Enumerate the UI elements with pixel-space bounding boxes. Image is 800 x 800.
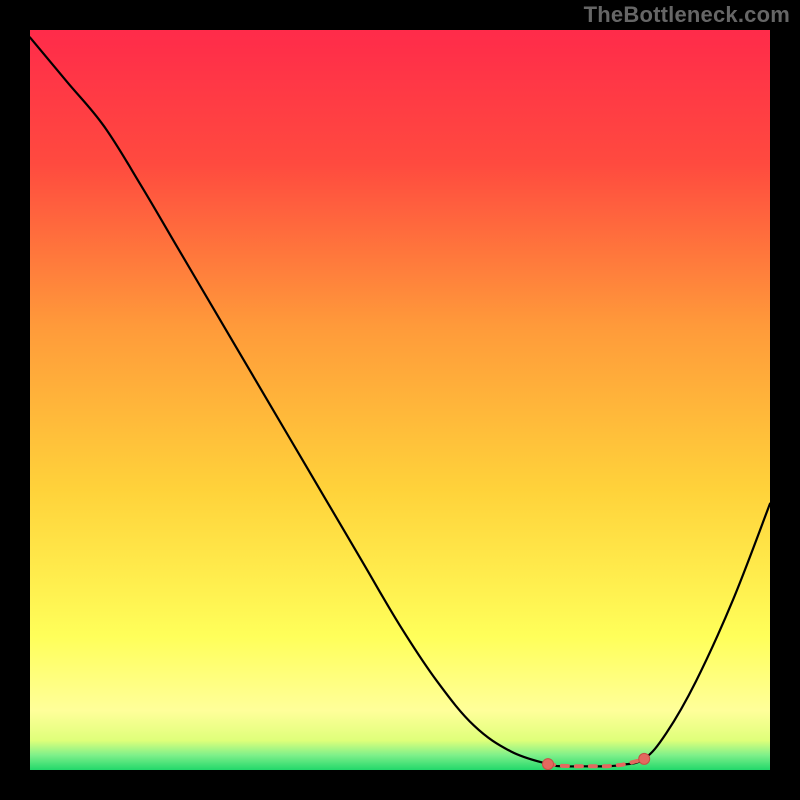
- chart-frame: TheBottleneck.com: [0, 0, 800, 800]
- gradient-background: [30, 30, 770, 770]
- chart-svg: [30, 30, 770, 770]
- plot-area: [30, 30, 770, 770]
- attribution-label: TheBottleneck.com: [584, 2, 790, 28]
- optimal-range-start-dot: [543, 759, 554, 770]
- optimal-range-end-dot: [639, 753, 650, 764]
